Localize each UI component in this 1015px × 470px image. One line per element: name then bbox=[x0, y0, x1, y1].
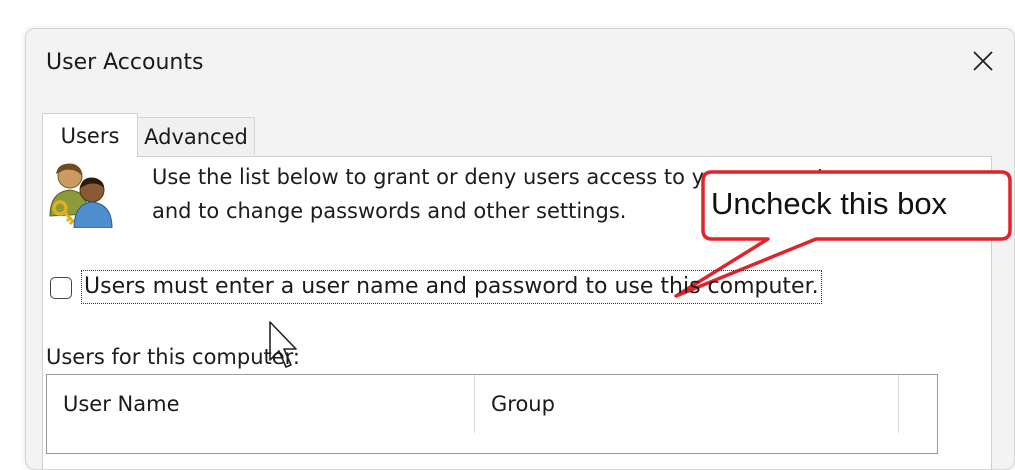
users-list[interactable]: User Name Group bbox=[46, 374, 938, 454]
tab-advanced[interactable]: Advanced bbox=[137, 117, 255, 155]
users-icon bbox=[49, 163, 113, 228]
users-for-computer-label: Users for this computer: bbox=[46, 345, 301, 369]
column-header-user-name[interactable]: User Name bbox=[47, 375, 475, 433]
callout-text: Uncheck this box bbox=[711, 186, 948, 221]
window-title: User Accounts bbox=[46, 50, 204, 75]
close-icon bbox=[973, 51, 993, 71]
close-button[interactable] bbox=[961, 41, 1005, 81]
require-password-checkbox[interactable] bbox=[50, 277, 72, 299]
require-password-label[interactable]: Users must enter a user name and passwor… bbox=[81, 270, 822, 304]
column-header-group[interactable]: Group bbox=[475, 375, 899, 433]
tab-users[interactable]: Users bbox=[42, 113, 138, 157]
require-password-label-text: Users must enter a user name and passwor… bbox=[84, 274, 819, 299]
